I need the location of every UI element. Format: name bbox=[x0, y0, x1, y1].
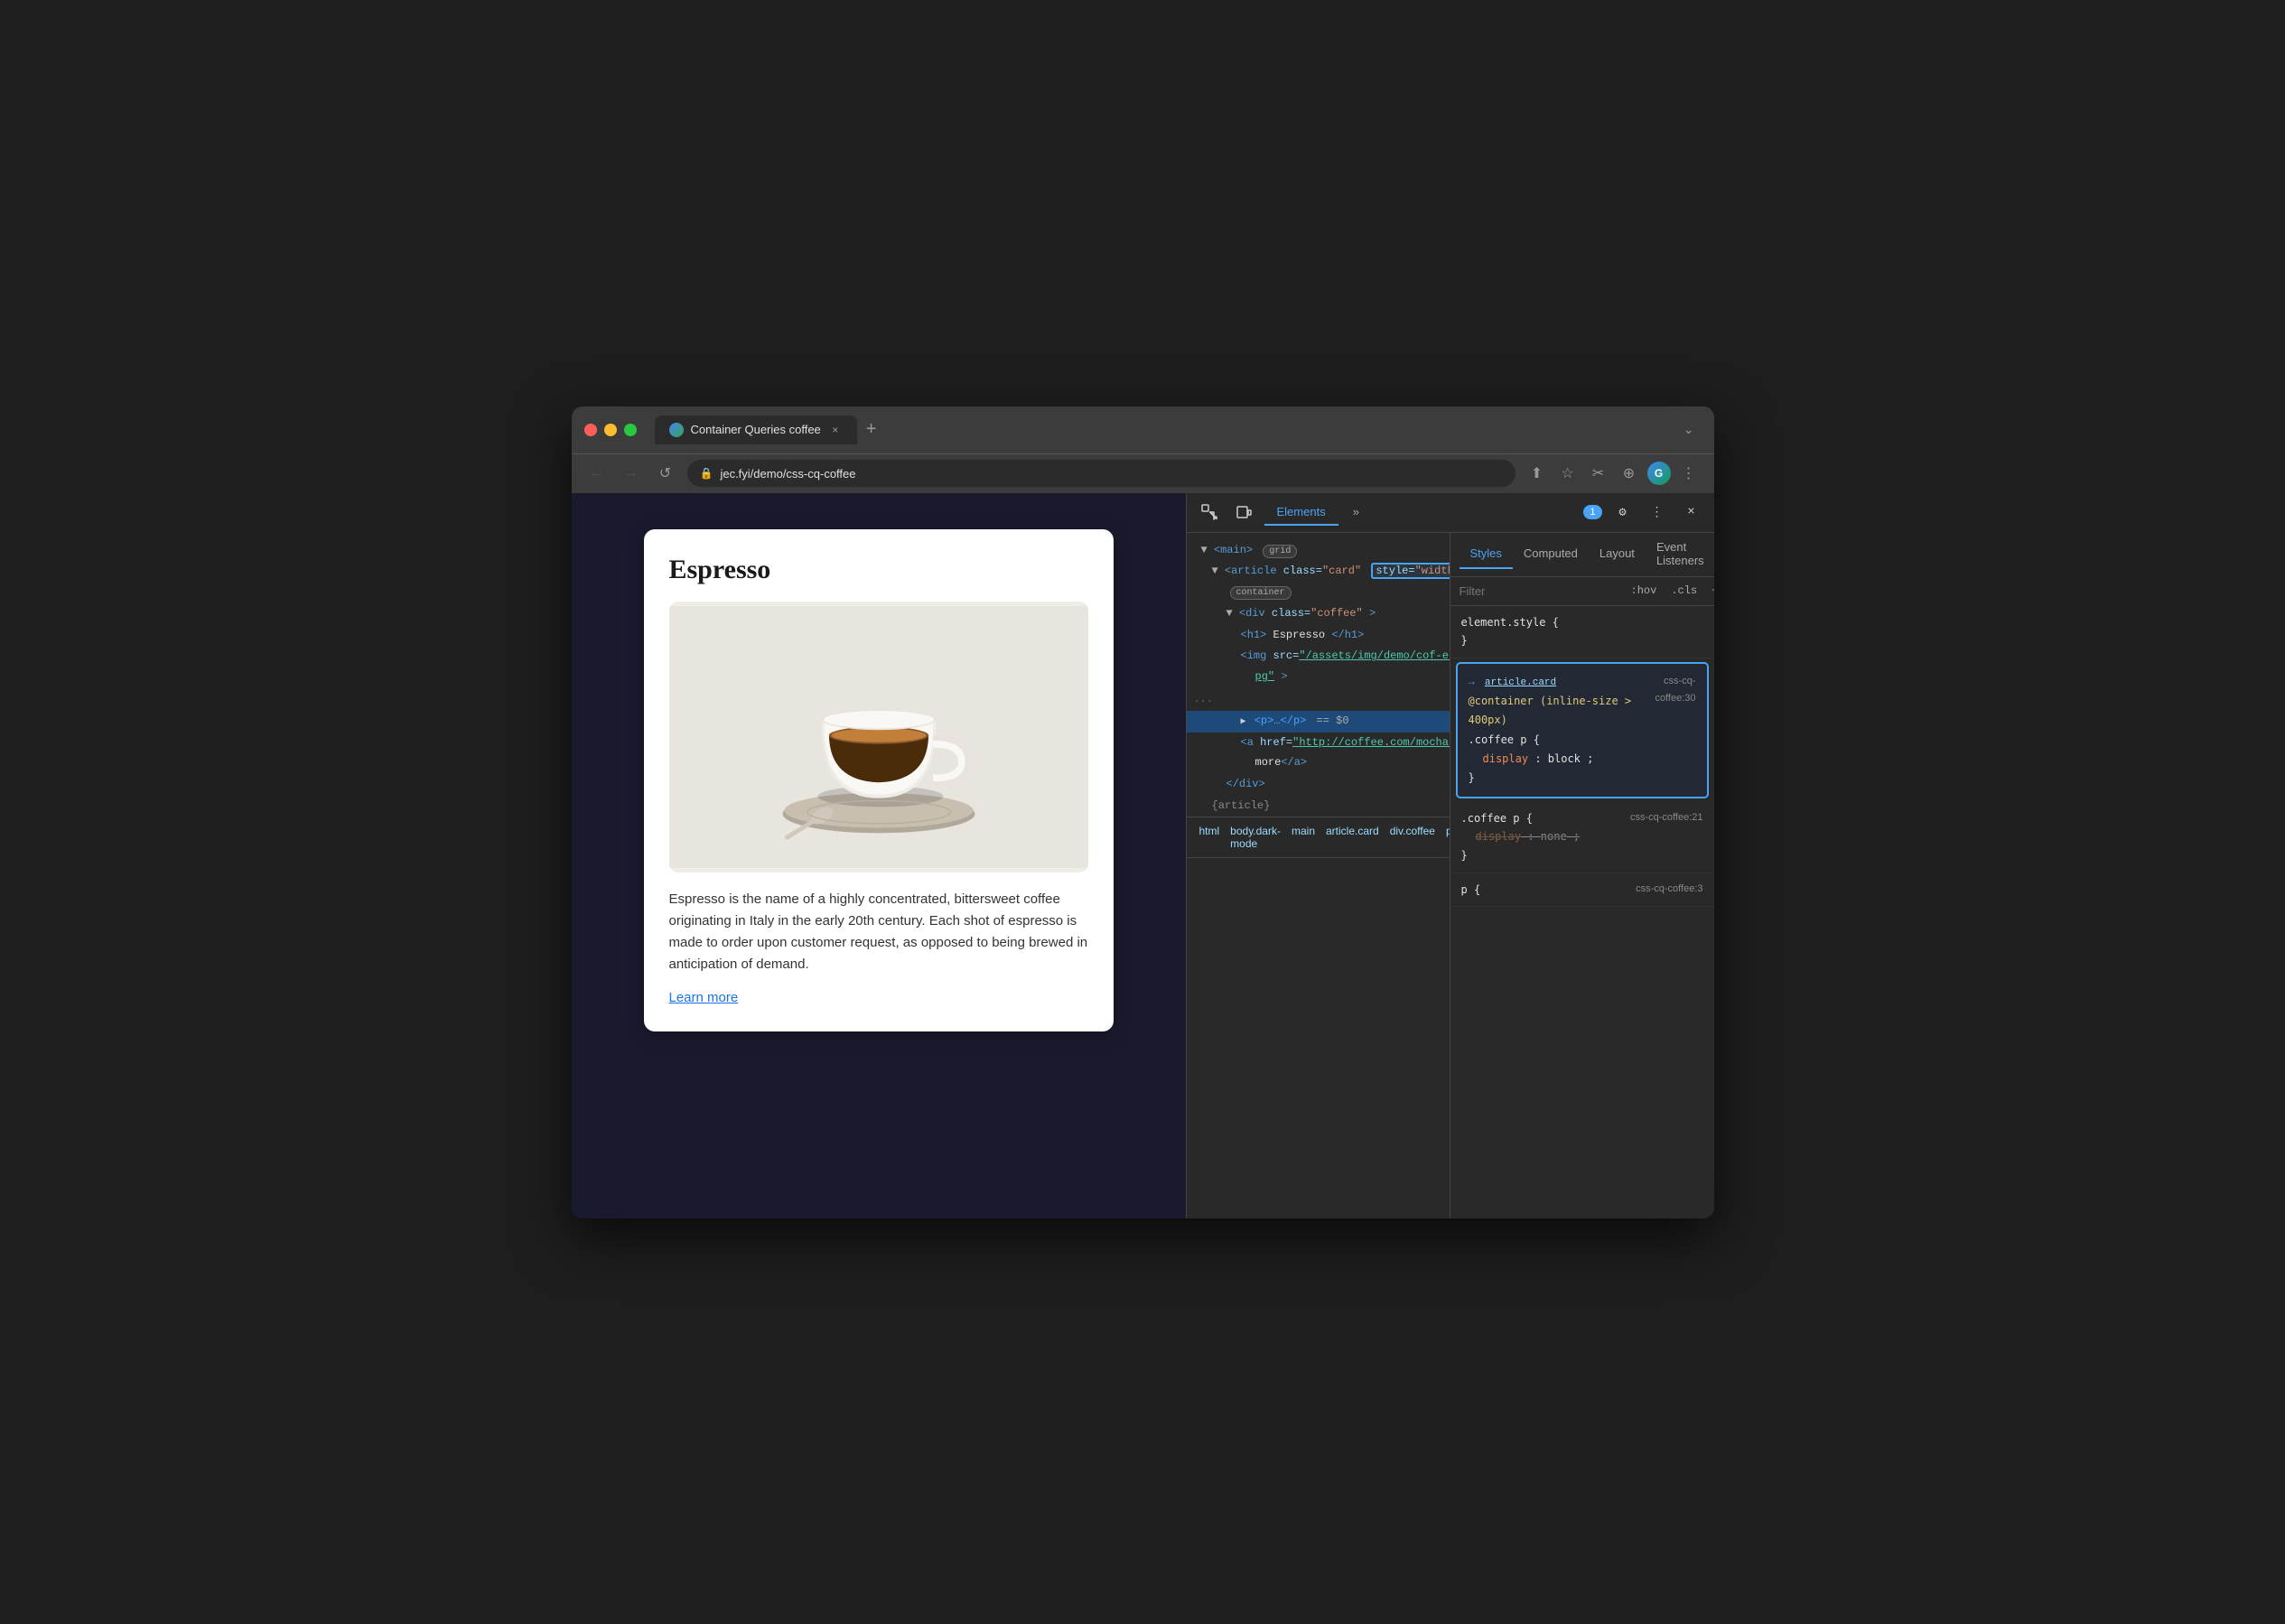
rule-source-p[interactable]: css-cq-coffee:3 bbox=[1636, 881, 1702, 898]
tree-article[interactable]: ▼ <article class="card" style="width: 50… bbox=[1187, 561, 1450, 583]
tab-list-chevron[interactable]: ⌄ bbox=[1676, 422, 1702, 437]
html-tree: ▼ <main> grid ▼ <article class="card" st… bbox=[1187, 540, 1450, 817]
styles-content: element.style { } → article.car bbox=[1450, 606, 1714, 1218]
extension1-button[interactable]: ✂ bbox=[1586, 461, 1611, 486]
coffee-description: Espresso is the name of a highly concent… bbox=[669, 889, 1088, 975]
breadcrumb-bar: html body.dark-mode main article.card di… bbox=[1187, 817, 1450, 858]
extension2-button[interactable]: ⊕ bbox=[1617, 461, 1642, 486]
devtools-close-button[interactable]: × bbox=[1678, 499, 1705, 526]
new-tab-button[interactable]: + bbox=[857, 419, 886, 440]
tab-favicon bbox=[669, 423, 684, 437]
style-rule-element: element.style { } bbox=[1450, 606, 1714, 659]
tree-h1[interactable]: <h1> Espresso </h1> bbox=[1187, 625, 1450, 647]
coffee-title: Espresso bbox=[669, 555, 1088, 585]
devtools-tab-elements[interactable]: Elements bbox=[1264, 499, 1338, 526]
breadcrumb-div[interactable]: div.coffee bbox=[1386, 823, 1439, 852]
devtools-settings-button[interactable]: ⚙ bbox=[1609, 499, 1637, 526]
inspect-element-button[interactable] bbox=[1196, 499, 1223, 526]
tree-article-badge: container bbox=[1187, 583, 1450, 604]
breadcrumb-html[interactable]: html bbox=[1196, 823, 1224, 852]
cls-filter-button[interactable]: .cls bbox=[1665, 583, 1702, 599]
add-style-button[interactable]: + bbox=[1706, 583, 1713, 599]
webpage-area: Espresso bbox=[572, 493, 1186, 1218]
nav-actions: ⬆ ☆ ✂ ⊕ G ⋮ bbox=[1525, 461, 1702, 486]
filter-buttons: :hov .cls + ⧉ ◨ bbox=[1626, 583, 1714, 600]
container-sub-selector: .coffee p { bbox=[1469, 733, 1540, 746]
tree-img-cont[interactable]: pg" > bbox=[1187, 667, 1450, 688]
maximize-traffic-light[interactable] bbox=[624, 424, 637, 436]
style-rule-container: → article.card @container (inline-size >… bbox=[1456, 662, 1709, 798]
tab-bar: Container Queries coffee × + ⌄ bbox=[655, 415, 1702, 444]
style-rule-coffee-p: .coffee p { css-cq-coffee:21 display : n… bbox=[1450, 802, 1714, 873]
tab-close-button[interactable]: × bbox=[828, 423, 843, 437]
tree-div-coffee[interactable]: ▼ <div class="coffee" > bbox=[1187, 603, 1450, 625]
tab-layout[interactable]: Layout bbox=[1589, 539, 1646, 569]
rule-arrow-icon: → bbox=[1469, 676, 1475, 688]
elements-panel: ▼ <main> grid ▼ <article class="card" st… bbox=[1187, 533, 1450, 1218]
tab-event-listeners[interactable]: Event Listeners bbox=[1646, 533, 1714, 576]
share-button[interactable]: ⬆ bbox=[1525, 461, 1550, 486]
tab-title: Container Queries coffee bbox=[691, 423, 821, 436]
learn-more-link[interactable]: Learn more bbox=[669, 990, 739, 1005]
active-tab[interactable]: Container Queries coffee × bbox=[655, 415, 857, 444]
tab-computed[interactable]: Computed bbox=[1513, 539, 1589, 569]
more-menu-button[interactable]: ⋮ bbox=[1676, 461, 1702, 486]
styles-filter-input[interactable] bbox=[1460, 584, 1618, 598]
coffee-card: Espresso bbox=[644, 529, 1114, 1031]
breadcrumb-article[interactable]: article.card bbox=[1322, 823, 1383, 852]
coffee-image bbox=[669, 602, 1088, 873]
devtools-chat-badge[interactable]: 1 bbox=[1583, 505, 1601, 519]
breadcrumb-p[interactable]: p bbox=[1442, 823, 1450, 852]
devtools-more-button[interactable]: ⋮ bbox=[1644, 499, 1671, 526]
container-query-text: @container (inline-size > 400px) bbox=[1469, 695, 1632, 726]
styles-filter-bar: :hov .cls + ⧉ ◨ bbox=[1450, 577, 1714, 606]
rule-close-brace: } bbox=[1469, 771, 1475, 784]
devtools-main: ▼ <main> grid ▼ <article class="card" st… bbox=[1187, 533, 1714, 1218]
style-rule-p: p { css-cq-coffee:3 bbox=[1450, 873, 1714, 907]
tree-a-cont: more</a> bbox=[1187, 753, 1450, 774]
breadcrumb-main[interactable]: main bbox=[1288, 823, 1319, 852]
close-traffic-light[interactable] bbox=[584, 424, 597, 436]
nav-bar: ← → ↺ 🔒 jec.fyi/demo/css-cq-coffee ⬆ ☆ ✂… bbox=[572, 453, 1714, 493]
lock-icon: 🔒 bbox=[700, 467, 713, 480]
styles-panel-tabs: Styles Computed Layout Event Listeners » bbox=[1450, 533, 1714, 577]
devtools-tabs: Elements » bbox=[1264, 499, 1577, 526]
reload-button[interactable]: ↺ bbox=[653, 461, 678, 486]
rule-source-coffee-p[interactable]: css-cq-coffee:21 bbox=[1630, 809, 1703, 826]
prop-display-name: display bbox=[1483, 752, 1529, 765]
traffic-lights bbox=[584, 424, 637, 436]
breadcrumb-body[interactable]: body.dark-mode bbox=[1226, 823, 1284, 852]
url-text: jec.fyi/demo/css-cq-coffee bbox=[720, 467, 855, 481]
rule-source-container[interactable]: css-cq-coffee:30 bbox=[1637, 673, 1695, 706]
address-bar[interactable]: 🔒 jec.fyi/demo/css-cq-coffee bbox=[687, 460, 1516, 487]
back-button[interactable]: ← bbox=[584, 461, 610, 486]
tree-p[interactable]: ▶ <p>…</p> == $0 bbox=[1187, 711, 1450, 733]
tree-main[interactable]: ▼ <main> grid bbox=[1187, 540, 1450, 562]
tree-div-close[interactable]: </div> bbox=[1187, 774, 1450, 796]
hov-filter-button[interactable]: :hov bbox=[1626, 583, 1663, 599]
browser-window: Container Queries coffee × + ⌄ ← → ↺ 🔒 j… bbox=[572, 406, 1714, 1218]
minimize-traffic-light[interactable] bbox=[604, 424, 617, 436]
tree-img[interactable]: <img src="/assets/img/demo/cof-espresso.… bbox=[1187, 646, 1450, 667]
p-selector: p { bbox=[1461, 881, 1481, 899]
forward-button[interactable]: → bbox=[619, 461, 644, 486]
ellipsis-line: ... bbox=[1187, 688, 1450, 712]
tree-a[interactable]: <a href="http://coffee.com/mocha" > Lear… bbox=[1187, 733, 1450, 754]
title-bar: Container Queries coffee × + ⌄ bbox=[572, 406, 1714, 453]
device-toolbar-button[interactable] bbox=[1230, 499, 1257, 526]
profile-avatar[interactable]: G bbox=[1647, 462, 1671, 485]
bookmark-button[interactable]: ☆ bbox=[1555, 461, 1581, 486]
coffee-p-selector: .coffee p { bbox=[1461, 809, 1533, 827]
devtools-toolbar: Elements » 1 ⚙ ⋮ × bbox=[1187, 493, 1714, 533]
devtools-tab-more[interactable]: » bbox=[1340, 499, 1372, 526]
container-rule-link[interactable]: article.card bbox=[1485, 677, 1556, 688]
styles-panel: Styles Computed Layout Event Listeners »… bbox=[1450, 533, 1714, 1218]
main-content: Espresso bbox=[572, 493, 1714, 1218]
tab-styles[interactable]: Styles bbox=[1460, 539, 1513, 569]
devtools-panel: Elements » 1 ⚙ ⋮ × ▼ <main> bbox=[1186, 493, 1714, 1218]
tree-article-ellipsis[interactable]: {article} bbox=[1187, 796, 1450, 817]
prop-display-value: block bbox=[1548, 752, 1581, 765]
